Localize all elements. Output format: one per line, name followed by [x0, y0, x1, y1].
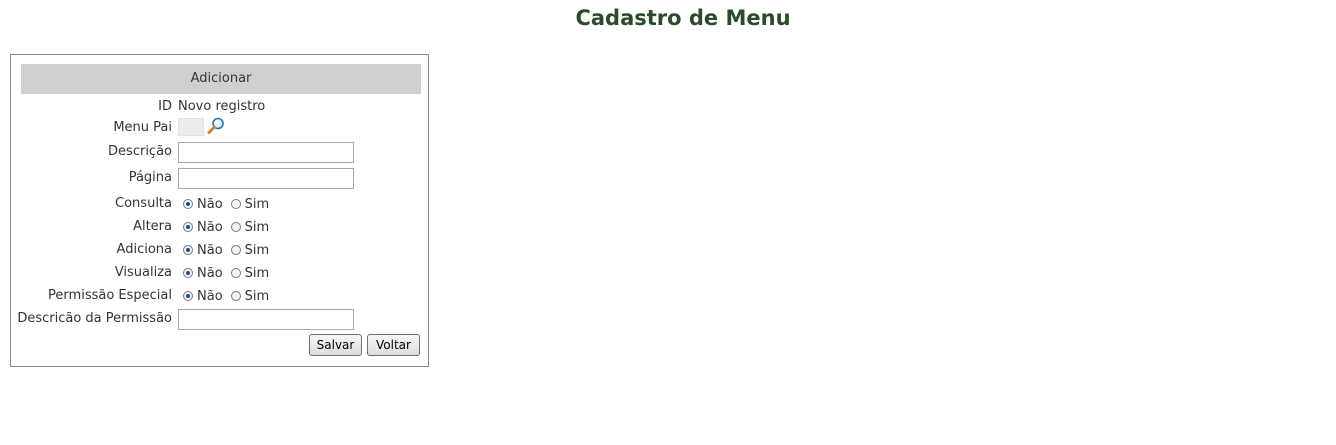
- permissao-especial-radio-nao[interactable]: [183, 291, 193, 301]
- altera-radio-sim[interactable]: [230, 222, 241, 232]
- id-value: Novo registro: [178, 99, 266, 114]
- row-consulta: Consulta Não Sim: [11, 194, 430, 214]
- save-button[interactable]: Salvar: [309, 334, 362, 356]
- permissao-especial-radio-sim[interactable]: [230, 291, 241, 301]
- permissao-especial-label: Permissão Especial: [48, 288, 172, 303]
- altera-radio-nao[interactable]: [183, 222, 193, 232]
- visualiza-radio-nao-label[interactable]: Não: [197, 266, 223, 281]
- menu-pai-label: Menu Pai: [113, 120, 172, 135]
- id-label: ID: [158, 99, 172, 114]
- visualiza-radio-nao[interactable]: [183, 268, 193, 278]
- back-button[interactable]: Voltar: [367, 334, 420, 356]
- adiciona-label: Adiciona: [116, 242, 172, 257]
- altera-label: Altera: [133, 219, 172, 234]
- altera-radio-nao-label[interactable]: Não: [197, 220, 223, 235]
- consulta-label: Consulta: [115, 196, 172, 211]
- row-adiciona: Adiciona Não Sim: [11, 240, 430, 260]
- panel-header: Adicionar: [21, 64, 421, 94]
- descricao-label: Descrição: [108, 144, 172, 159]
- consulta-radio-nao-label[interactable]: Não: [197, 197, 223, 212]
- descricao-permissao-label: Descricão da Permissão: [17, 311, 172, 326]
- visualiza-radio-sim[interactable]: [230, 268, 241, 278]
- row-visualiza: Visualiza Não Sim: [11, 263, 430, 283]
- row-permissao-especial: Permissão Especial Não Sim: [11, 286, 430, 306]
- consulta-radio-sim[interactable]: [230, 199, 241, 209]
- visualiza-label: Visualiza: [114, 265, 172, 280]
- adiciona-radio-nao-label[interactable]: Não: [197, 243, 223, 258]
- adiciona-radio-sim-label[interactable]: Sim: [245, 243, 270, 258]
- consulta-radio-sim-label[interactable]: Sim: [245, 197, 270, 212]
- permissao-especial-radio-nao-label[interactable]: Não: [197, 289, 223, 304]
- pagina-label: Página: [128, 170, 172, 185]
- descricao-input[interactable]: [178, 142, 354, 163]
- menu-pai-field[interactable]: [178, 118, 204, 136]
- page-title: Cadastro de Menu: [575, 6, 791, 30]
- descricao-permissao-input[interactable]: [178, 309, 354, 330]
- adiciona-radio-nao[interactable]: [183, 245, 193, 255]
- altera-radio-group: Não Sim: [183, 217, 277, 237]
- form-panel: Adicionar ID Novo registro Menu Pai Desc…: [10, 54, 429, 367]
- magnifier-search-icon[interactable]: [206, 116, 226, 136]
- adiciona-radio-group: Não Sim: [183, 240, 277, 260]
- permissao-especial-radio-sim-label[interactable]: Sim: [245, 289, 270, 304]
- row-menu-pai: Menu Pai: [11, 116, 430, 138]
- visualiza-radio-group: Não Sim: [183, 263, 277, 283]
- row-altera: Altera Não Sim: [11, 217, 430, 237]
- adiciona-radio-sim[interactable]: [230, 245, 241, 255]
- visualiza-radio-sim-label[interactable]: Sim: [245, 266, 270, 281]
- pagina-input[interactable]: [178, 168, 354, 189]
- altera-radio-sim-label[interactable]: Sim: [245, 220, 270, 235]
- consulta-radio-nao[interactable]: [183, 199, 193, 209]
- permissao-especial-radio-group: Não Sim: [183, 286, 277, 306]
- row-id: ID Novo registro: [11, 97, 430, 117]
- consulta-radio-group: Não Sim: [183, 194, 277, 214]
